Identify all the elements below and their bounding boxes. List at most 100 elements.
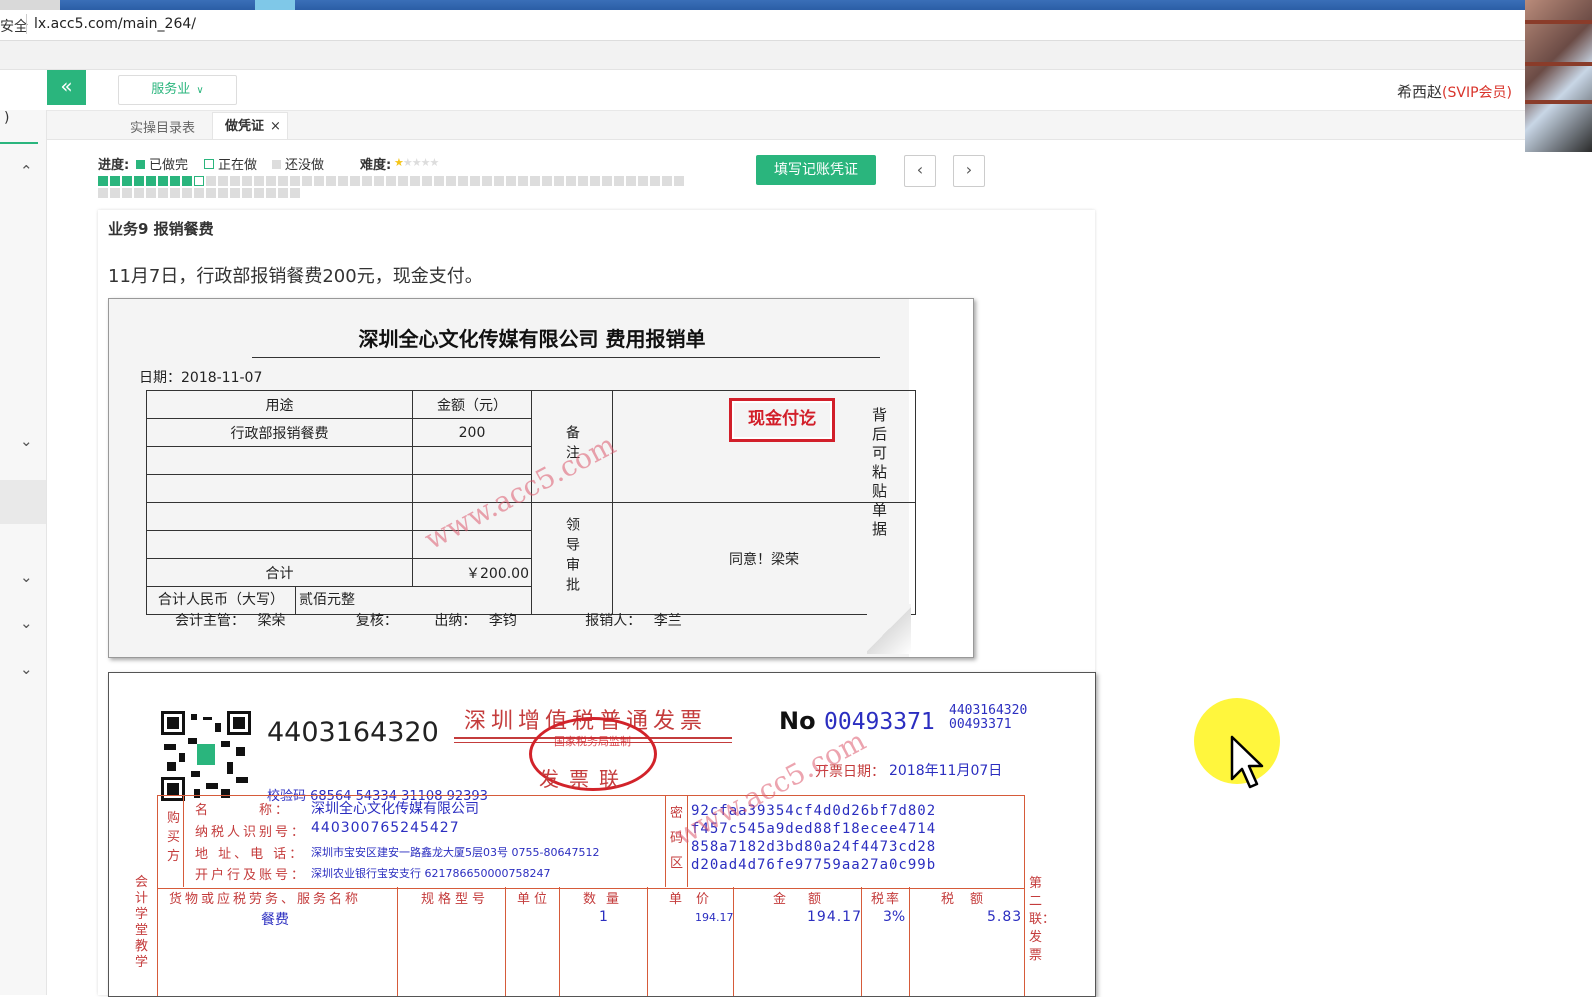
close-icon[interactable]: × [270, 119, 281, 134]
progress-cell[interactable] [542, 176, 552, 186]
progress-cell[interactable] [206, 188, 216, 198]
progress-cell[interactable] [98, 176, 108, 186]
progress-cell[interactable] [290, 188, 300, 198]
hdr-spec: 规格型号 [421, 892, 490, 907]
progress-cell[interactable] [578, 176, 588, 186]
browser-tab[interactable] [0, 0, 60, 10]
progress-cell[interactable] [518, 176, 528, 186]
progress-cell[interactable] [350, 176, 360, 186]
fill-voucher-button[interactable]: 填写记账凭证 [756, 155, 876, 185]
progress-cell[interactable] [602, 176, 612, 186]
legend-done-label: 已做完 [149, 158, 189, 173]
chevron-down-icon[interactable]: ⌄ [20, 614, 33, 632]
progress-cell[interactable] [254, 188, 264, 198]
difficulty-label: 难度: [360, 158, 392, 173]
buyer-tax-id: 440300765245427 [311, 820, 460, 836]
progress-cell[interactable] [398, 176, 408, 186]
progress-cell[interactable] [230, 176, 240, 186]
progress-cell[interactable] [122, 188, 132, 198]
progress-cell[interactable] [590, 176, 600, 186]
progress-cell[interactable] [266, 176, 276, 186]
progress-cell[interactable] [182, 188, 192, 198]
progress-cell[interactable] [146, 188, 156, 198]
progress-cell[interactable] [410, 176, 420, 186]
user-info[interactable]: 希西赵(SVIP会员) [1397, 81, 1512, 102]
progress-cell[interactable] [146, 176, 156, 186]
progress-cell[interactable] [110, 188, 120, 198]
progress-cell[interactable] [266, 188, 276, 198]
chevron-up-icon[interactable]: ⌃ [20, 162, 33, 180]
progress-cell[interactable] [134, 188, 144, 198]
progress-cell[interactable] [134, 176, 144, 186]
progress-cell[interactable] [506, 176, 516, 186]
progress-cell[interactable] [554, 176, 564, 186]
progress-cell[interactable] [470, 176, 480, 186]
progress-cell[interactable] [362, 176, 372, 186]
progress-cell[interactable] [98, 188, 108, 198]
progress-cell[interactable] [170, 188, 180, 198]
buyer-addr: 深圳市宝安区建安一路鑫龙大厦5层03号 0755-80647512 [311, 846, 600, 859]
progress-cell[interactable] [218, 188, 228, 198]
progress-cell[interactable] [218, 176, 228, 186]
progress-cell[interactable] [386, 176, 396, 186]
progress-cell[interactable] [626, 176, 636, 186]
cipher-line: d20ad4d76fe97759aa27a0c99b [691, 857, 937, 873]
url-text[interactable]: lx.acc5.com/main_264/ [34, 16, 196, 32]
sidebar-item-selected[interactable] [0, 480, 46, 524]
progress-cell[interactable] [650, 176, 660, 186]
progress-cell[interactable] [170, 176, 180, 186]
progress-cell[interactable] [290, 176, 300, 186]
industry-select[interactable]: 服务业 ∨ [118, 75, 237, 105]
progress-cell[interactable] [230, 188, 240, 198]
webcam-overlay [1525, 0, 1592, 152]
tab-make-voucher[interactable]: 做凭证 × [212, 112, 288, 139]
progress-cell[interactable] [278, 176, 288, 186]
chevron-down-icon[interactable]: ⌄ [20, 568, 33, 586]
collapse-sidebar-button[interactable]: « [47, 70, 86, 105]
buyer-bank: 深圳农业银行宝安支行 621786650000758247 [311, 867, 551, 880]
progress-cell[interactable] [326, 176, 336, 186]
progress-cell[interactable] [314, 176, 324, 186]
progress-cell[interactable] [458, 176, 468, 186]
prev-button[interactable]: ‹ [904, 155, 936, 187]
progress-cell[interactable] [566, 176, 576, 186]
hdr-qty: 数量 [583, 892, 630, 907]
progress-cell[interactable] [242, 176, 252, 186]
progress-cell[interactable] [158, 188, 168, 198]
progress-cell[interactable] [494, 176, 504, 186]
progress-cell[interactable] [434, 176, 444, 186]
next-button[interactable]: › [953, 155, 985, 187]
address-bar[interactable]: 安全 lx.acc5.com/main_264/ [0, 10, 1592, 41]
progress-cell[interactable] [638, 176, 648, 186]
progress-cell[interactable] [242, 188, 252, 198]
progress-cell[interactable] [122, 176, 132, 186]
leader-label: 领导审批 [564, 516, 580, 597]
progress-cell[interactable] [374, 176, 384, 186]
progress-cell[interactable] [530, 176, 540, 186]
progress-cell[interactable] [446, 176, 456, 186]
browser-tab-active[interactable] [255, 0, 295, 10]
progress-cell[interactable] [194, 176, 204, 186]
issue-date: 2018年11月07日 [889, 763, 1003, 779]
invoice-copy-name: 发票联 [539, 767, 629, 791]
hdr-goods: 货物或应税劳务、服务名称 [169, 892, 362, 907]
progress-cell[interactable] [302, 176, 312, 186]
progress-cell[interactable] [278, 188, 288, 198]
progress-cell[interactable] [194, 188, 204, 198]
progress-cell[interactable] [182, 176, 192, 186]
progress-cell[interactable] [422, 176, 432, 186]
progress-cell[interactable] [662, 176, 672, 186]
progress-cell[interactable] [158, 176, 168, 186]
chevron-down-icon[interactable]: ⌄ [20, 432, 33, 450]
chevron-down-icon[interactable]: ⌄ [20, 660, 33, 678]
progress-cell[interactable] [482, 176, 492, 186]
progress-cell[interactable] [338, 176, 348, 186]
progress-cell[interactable] [206, 176, 216, 186]
buyer-side-label: 购买方 [167, 811, 181, 864]
progress-cell[interactable] [674, 176, 684, 186]
progress-cell[interactable] [614, 176, 624, 186]
tab-practice-catalog[interactable]: 实操目录表 [130, 117, 195, 136]
item-price: 194.17 [695, 911, 734, 924]
progress-cell[interactable] [110, 176, 120, 186]
progress-cell[interactable] [254, 176, 264, 186]
